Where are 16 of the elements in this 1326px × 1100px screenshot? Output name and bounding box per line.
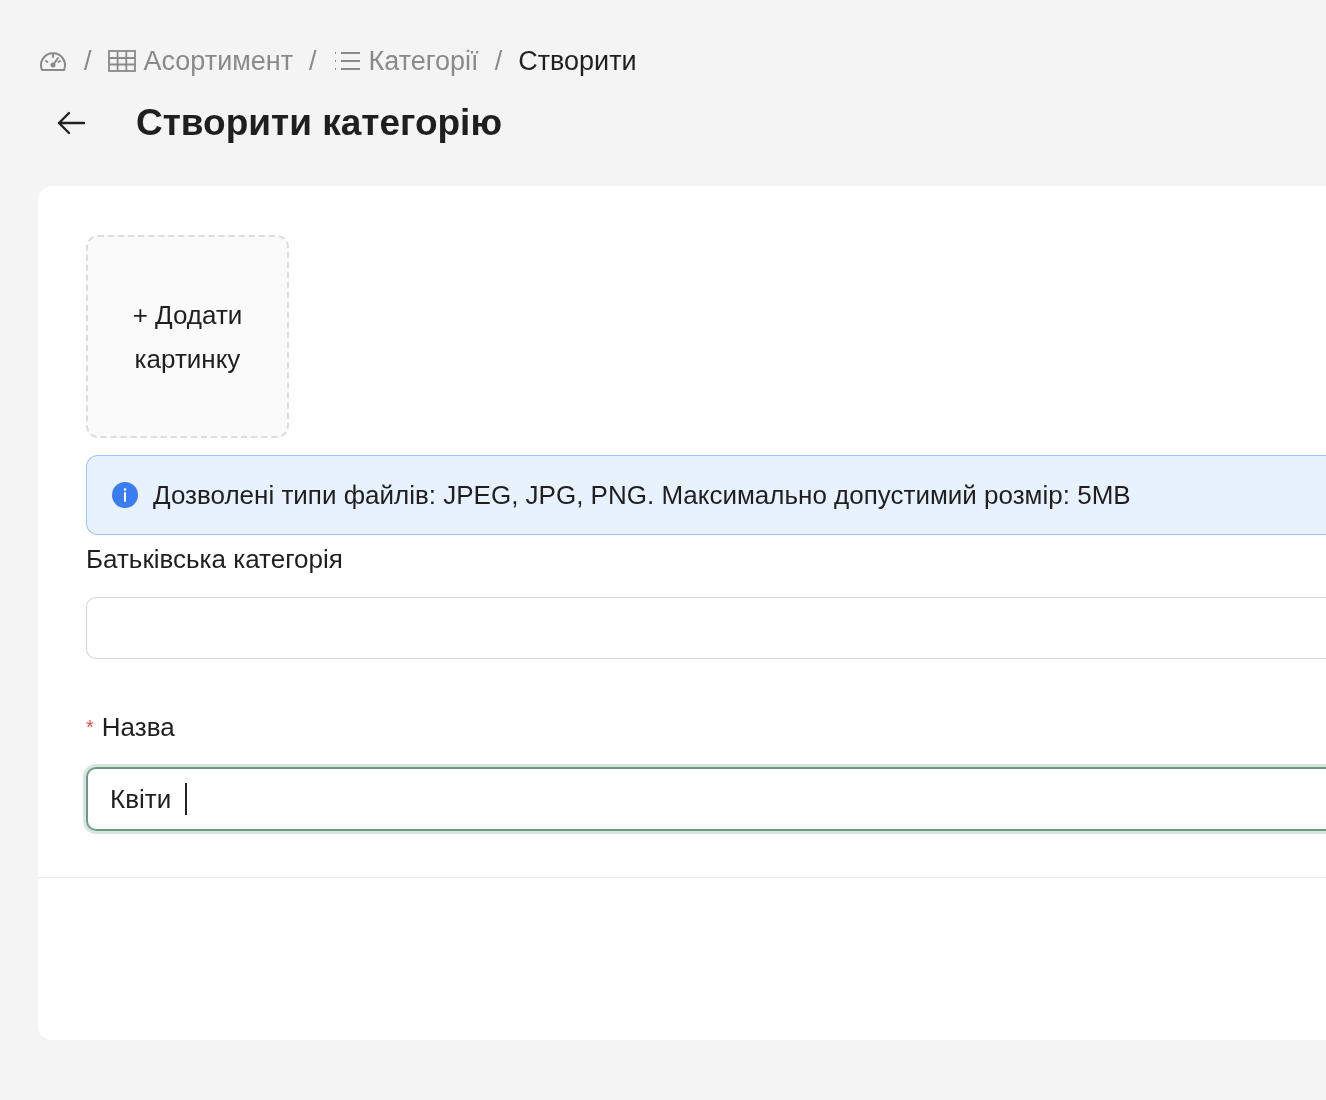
field-label: Назва [101,711,175,743]
required-asterisk: * [86,715,94,739]
list-icon [332,50,361,72]
alert-text: Дозволені типи файлів: JPEG, JPG, PNG. Максимально допустимий розмір: 5MB [153,479,1131,511]
field-label: Батьківська категорія [86,543,343,575]
image-upload-button[interactable]: + Додати картинку [86,235,289,438]
back-arrow-icon[interactable] [56,110,86,136]
text-input-field[interactable] [86,597,1326,659]
page-title: Створити категорію [136,102,502,144]
table-icon [107,50,136,72]
text-input-field[interactable]: Квіти [86,767,1326,831]
breadcrumb-separator: / [493,45,504,77]
breadcrumb-separator: / [308,45,318,77]
info-icon [111,481,139,509]
breadcrumb-link[interactable]: Створити [518,45,637,77]
breadcrumb-separator: / [83,45,93,77]
